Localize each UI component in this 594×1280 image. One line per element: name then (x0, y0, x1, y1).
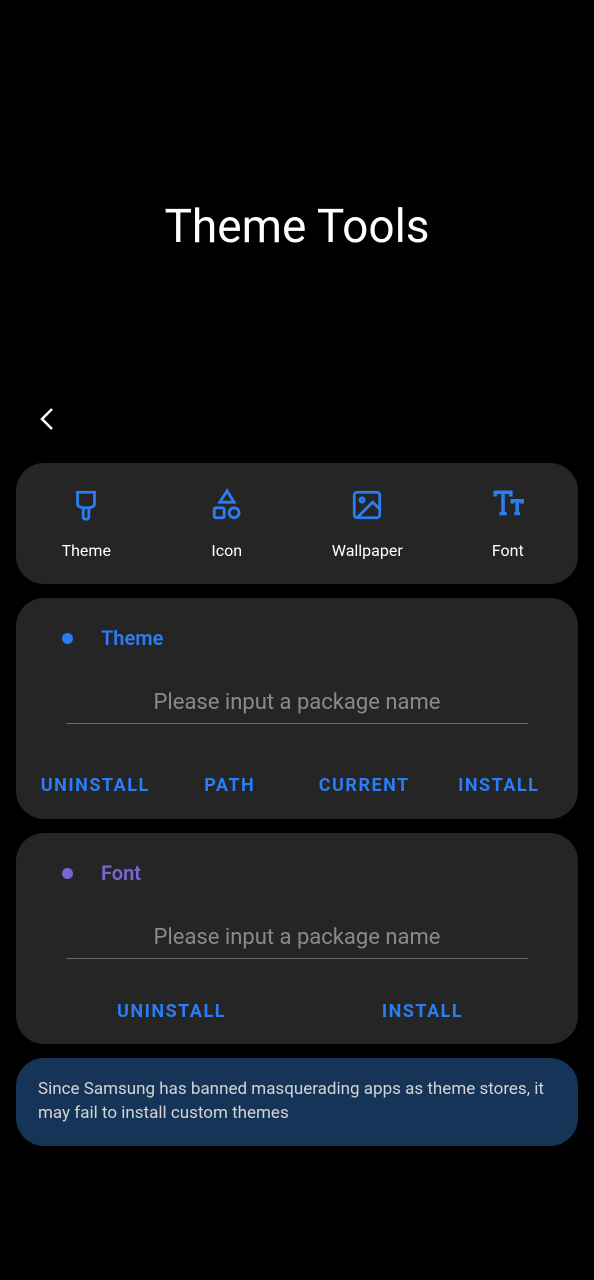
font-section-title: Font (101, 861, 141, 885)
category-label: Wallpaper (332, 541, 403, 560)
theme-section-title: Theme (101, 626, 163, 650)
category-font[interactable]: Font (438, 487, 579, 560)
shapes-icon (209, 487, 245, 523)
theme-install-button[interactable]: INSTALL (439, 774, 559, 797)
image-icon (349, 487, 385, 523)
category-label: Theme (62, 541, 111, 560)
font-section-card: Font UNINSTALL INSTALL (16, 833, 578, 1044)
text-icon (490, 487, 526, 523)
font-package-input[interactable] (66, 917, 528, 959)
chevron-left-icon (32, 404, 62, 434)
back-button[interactable] (32, 404, 62, 434)
bullet-icon (62, 868, 73, 879)
category-wallpaper[interactable]: Wallpaper (297, 487, 438, 560)
theme-package-input[interactable] (66, 682, 528, 724)
info-banner: Since Samsung has banned masquerading ap… (16, 1058, 578, 1146)
theme-section-card: Theme UNINSTALL PATH CURRENT INSTALL (16, 598, 578, 819)
category-icon[interactable]: Icon (157, 487, 298, 560)
theme-current-button[interactable]: CURRENT (304, 774, 424, 797)
bullet-icon (62, 633, 73, 644)
info-banner-text: Since Samsung has banned masquerading ap… (38, 1079, 544, 1123)
category-label: Font (492, 541, 524, 560)
category-selector-card: Theme Icon (16, 463, 578, 584)
theme-path-button[interactable]: PATH (170, 774, 290, 797)
font-uninstall-button[interactable]: UNINSTALL (46, 1001, 297, 1022)
category-label: Icon (211, 541, 242, 560)
page-title: Theme Tools (0, 200, 594, 254)
category-theme[interactable]: Theme (16, 487, 157, 560)
font-install-button[interactable]: INSTALL (297, 1001, 548, 1022)
theme-uninstall-button[interactable]: UNINSTALL (35, 774, 155, 797)
brush-icon (68, 487, 104, 523)
